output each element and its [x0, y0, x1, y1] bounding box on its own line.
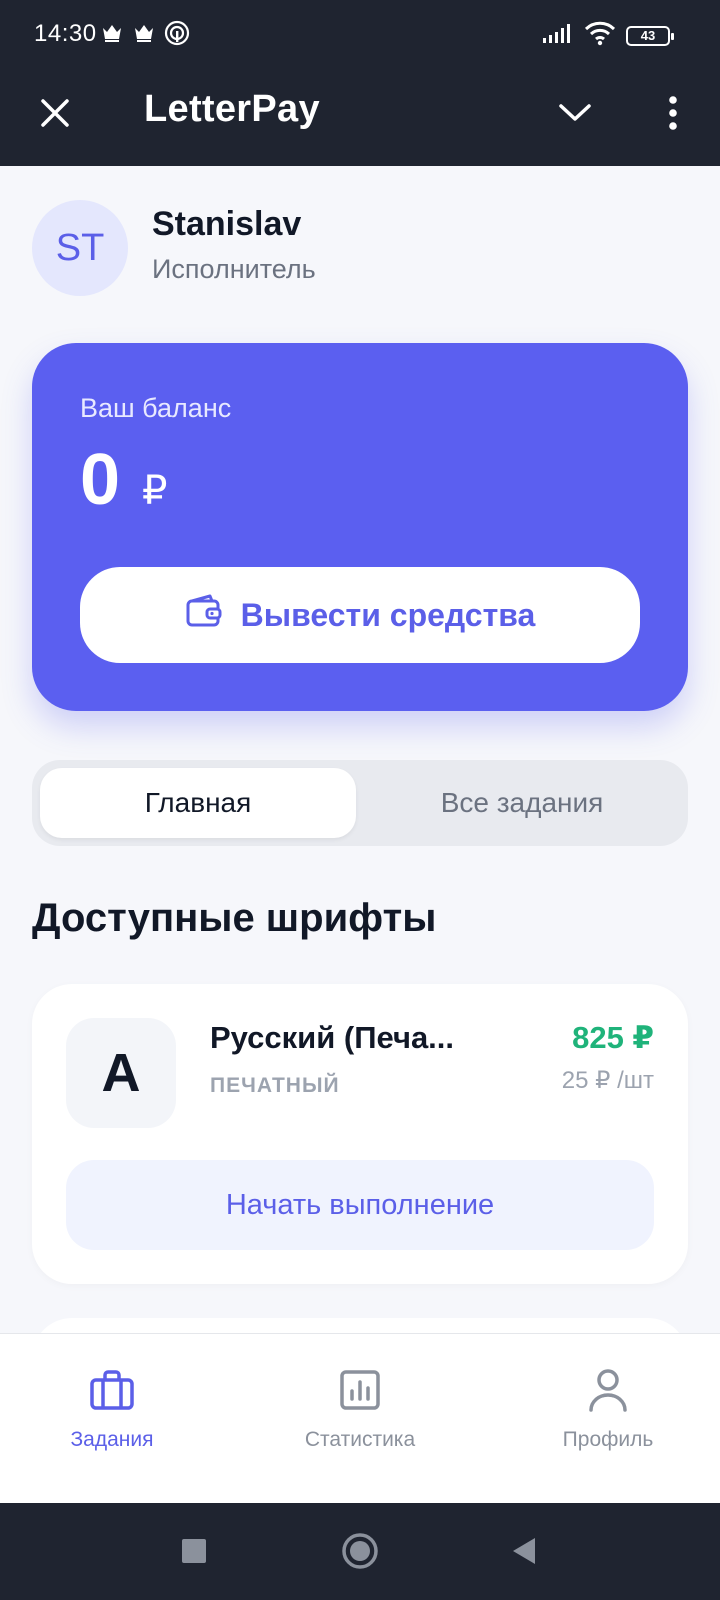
nav-label-statistics: Статистика [304, 1428, 416, 1451]
balance-currency: ₽ [142, 469, 168, 513]
chart-icon [334, 1364, 386, 1416]
close-button[interactable] [30, 90, 80, 140]
more-vertical-icon [668, 95, 678, 135]
font-total-price: 825 ₽ [572, 1020, 654, 1055]
more-options-button[interactable] [648, 90, 698, 140]
withdraw-button[interactable]: Вывести средства [80, 567, 640, 663]
start-task-button[interactable]: Начать выполнение [66, 1160, 654, 1250]
home-icon [341, 1532, 379, 1575]
section-title: Доступные шрифты [32, 896, 437, 940]
segmented-tabs: Главная Все задания [32, 760, 688, 846]
briefcase-icon [86, 1364, 138, 1416]
font-type: ПЕЧАТНЫЙ [210, 1074, 340, 1097]
recents-button[interactable] [174, 1533, 214, 1573]
tab-all-tasks[interactable]: Все задания [364, 768, 680, 838]
withdraw-label: Вывести средства [240, 596, 536, 633]
wallet-icon [185, 593, 223, 637]
status-bar: 14:30 43 [0, 0, 720, 70]
font-name: Русский (Печа... [210, 1020, 455, 1055]
balance-card: Ваш баланс 0 ₽ Вывести средства [32, 343, 688, 711]
user-icon [582, 1364, 634, 1416]
tab-main[interactable]: Главная [40, 768, 356, 838]
app-bar: LetterPay [0, 70, 720, 166]
close-icon [40, 98, 70, 133]
balance-amount: 0 ₽ [80, 439, 168, 521]
bottom-nav: Задания Статистика Профиль [0, 1333, 720, 1503]
recents-icon [181, 1538, 207, 1569]
chevron-down-icon [558, 103, 592, 128]
collapse-button[interactable] [550, 90, 600, 140]
balance-value: 0 [80, 440, 121, 520]
font-card: A Русский (Печа... ПЕЧАТНЫЙ 825 ₽ 25 ₽ /… [32, 984, 688, 1284]
status-icons-right: 43 [542, 20, 674, 51]
status-icons-left [100, 20, 190, 51]
nav-label-tasks: Задания [70, 1428, 154, 1451]
back-button[interactable] [504, 1533, 544, 1573]
home-button[interactable] [340, 1532, 380, 1575]
status-time: 14:30 [34, 20, 97, 47]
broadcast-icon [164, 20, 190, 51]
nav-item-statistics[interactable]: Статистика [250, 1364, 470, 1452]
crown-icon [100, 20, 124, 51]
nav-item-profile[interactable]: Профиль [498, 1364, 718, 1452]
balance-label: Ваш баланс [80, 393, 232, 423]
crown-icon [132, 20, 156, 51]
avatar: ST [32, 200, 128, 296]
signal-icon [542, 22, 574, 49]
app-title: LetterPay [144, 88, 320, 130]
nav-item-tasks[interactable]: Задания [2, 1364, 222, 1452]
system-nav-bar [0, 1503, 720, 1600]
nav-label-profile: Профиль [562, 1428, 654, 1451]
user-role: Исполнитель [152, 254, 316, 284]
font-unit-price: 25 ₽ /шт [561, 1067, 654, 1094]
font-preview-letter: A [66, 1018, 176, 1128]
back-icon [510, 1536, 538, 1571]
user-name: Stanislav [152, 205, 302, 243]
battery-icon: 43 [626, 25, 674, 46]
wifi-icon [584, 20, 616, 51]
